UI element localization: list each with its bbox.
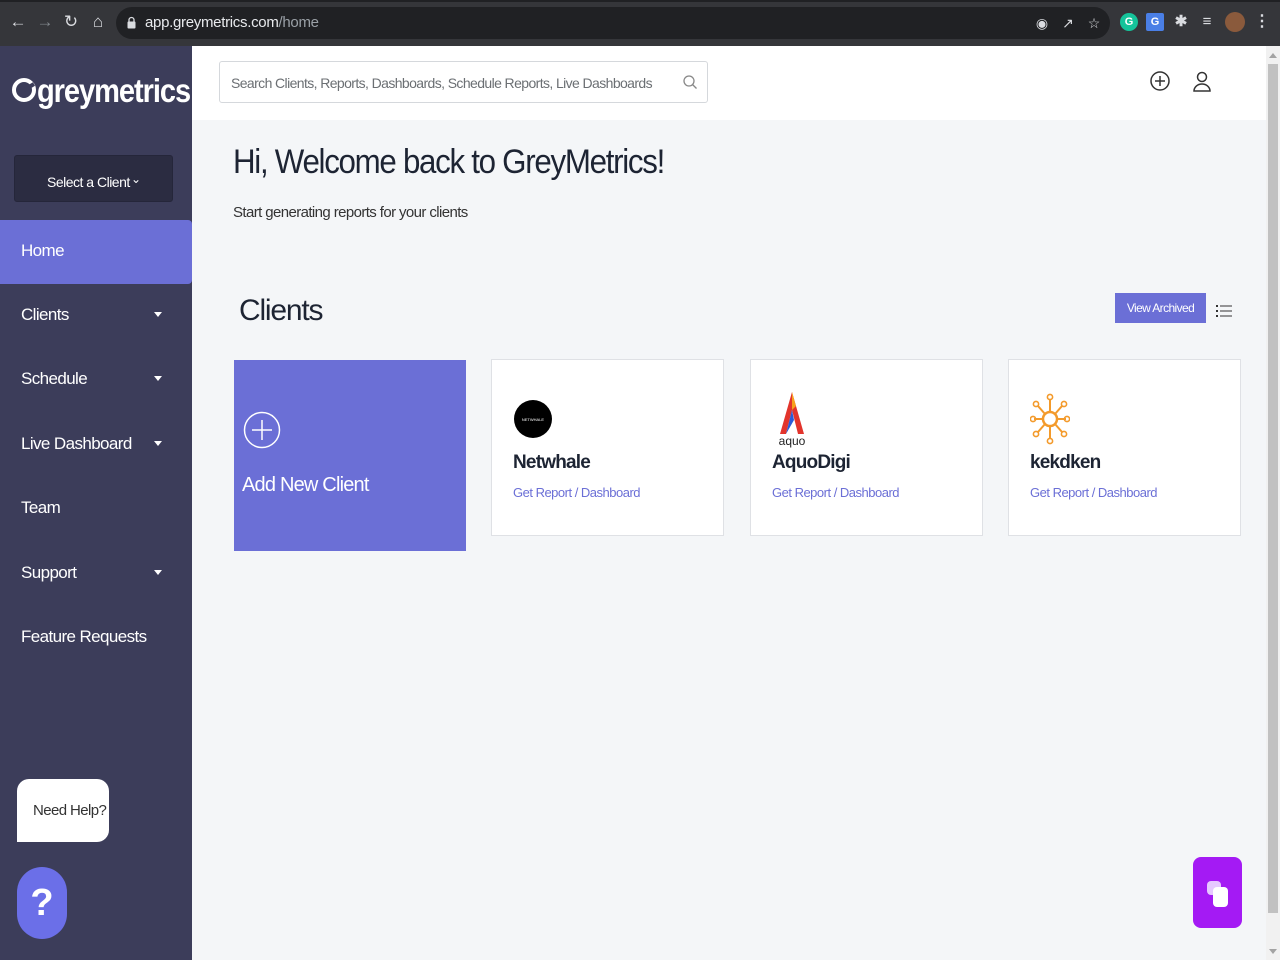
netwhale-logo-icon: NETWHALE bbox=[514, 400, 552, 438]
logo-mark-icon bbox=[12, 78, 36, 102]
sidebar: greymetrics Select a Client ⌄ Home Clien… bbox=[0, 46, 192, 960]
add-new-client-label: Add New Client bbox=[242, 474, 369, 496]
back-icon[interactable]: ← bbox=[8, 12, 28, 32]
chat-widget-button[interactable] bbox=[1193, 857, 1242, 928]
view-archived-button[interactable]: View Archived bbox=[1115, 293, 1206, 323]
sidebar-item-label: Schedule bbox=[21, 369, 88, 388]
browser-toolbar: ← → ↻ ⌂ app.greymetrics.com/home ◉ ↗ ☆ G… bbox=[0, 0, 1280, 46]
reload-icon[interactable]: ↻ bbox=[61, 12, 81, 32]
client-card-kekdken[interactable]: kekdken Get Report / Dashboard bbox=[1008, 359, 1241, 536]
page-title: Hi, Welcome back to GreyMetrics! bbox=[233, 143, 665, 181]
lock-icon[interactable] bbox=[127, 16, 136, 29]
share-icon[interactable]: ↗ bbox=[1060, 15, 1076, 31]
greymetrics-logo[interactable]: greymetrics bbox=[12, 72, 191, 112]
caret-down-icon bbox=[154, 570, 162, 575]
kekdken-logo-icon bbox=[1030, 393, 1070, 445]
sidebar-item-label: Feature Requests bbox=[21, 627, 147, 646]
client-name: Netwhale bbox=[513, 452, 591, 473]
sidebar-item-label: Team bbox=[21, 498, 61, 517]
caret-down-icon bbox=[154, 441, 162, 446]
profile-avatar-icon[interactable] bbox=[1225, 12, 1245, 32]
add-new-client-card[interactable]: Add New Client bbox=[234, 360, 466, 551]
sidebar-item-feature-requests[interactable]: Feature Requests bbox=[0, 606, 192, 670]
sidebar-item-label: Clients bbox=[21, 305, 69, 324]
client-card-aquodigi[interactable]: aquo AquoDigi Get Report / Dashboard bbox=[750, 359, 983, 536]
sidebar-item-label: Support bbox=[21, 563, 77, 582]
sidebar-item-schedule[interactable]: Schedule bbox=[0, 348, 192, 412]
clients-heading: Clients bbox=[239, 294, 324, 327]
reading-list-icon[interactable]: ≡ bbox=[1198, 13, 1216, 31]
tab-strip-edge bbox=[0, 0, 1280, 2]
home-icon[interactable]: ⌂ bbox=[88, 12, 108, 32]
client-select-label: Select a Client bbox=[47, 174, 130, 190]
scroll-up-icon[interactable] bbox=[1269, 53, 1277, 58]
need-help-bubble[interactable]: Need Help? bbox=[17, 779, 109, 842]
client-select-dropdown[interactable]: Select a Client ⌄ bbox=[14, 155, 173, 202]
url-domain: app.greymetrics.com bbox=[145, 14, 279, 31]
page-scrollbar[interactable] bbox=[1266, 46, 1280, 960]
aquodigi-logo-icon: aquo bbox=[779, 392, 806, 448]
help-button[interactable]: ? bbox=[17, 867, 67, 939]
add-circle-icon[interactable] bbox=[1149, 70, 1171, 92]
get-report-link[interactable]: Get Report / Dashboard bbox=[1030, 485, 1158, 500]
sidebar-item-team[interactable]: Team bbox=[0, 477, 192, 541]
sidebar-item-live-dashboard[interactable]: Live Dashboard bbox=[0, 413, 192, 477]
scrollbar-thumb[interactable] bbox=[1268, 64, 1278, 913]
scroll-down-icon[interactable] bbox=[1269, 949, 1277, 954]
extensions-puzzle-icon[interactable]: ✱ bbox=[1172, 13, 1190, 31]
top-bar: Search Clients, Reports, Dashboards, Sch… bbox=[192, 46, 1266, 120]
eye-off-icon[interactable]: ◉ bbox=[1034, 15, 1050, 31]
bookmark-star-icon[interactable]: ☆ bbox=[1086, 15, 1102, 31]
client-card-netwhale[interactable]: NETWHALE Netwhale Get Report / Dashboard bbox=[491, 359, 724, 536]
list-view-icon[interactable] bbox=[1216, 304, 1232, 318]
logo-text: greymetrics bbox=[37, 72, 191, 109]
search-placeholder: Search Clients, Reports, Dashboards, Sch… bbox=[231, 75, 653, 91]
netwhale-logo-text: NETWHALE bbox=[522, 417, 545, 422]
aquodigi-logo-text: aquo bbox=[779, 434, 806, 448]
page-subtitle: Start generating reports for your client… bbox=[233, 204, 468, 221]
url-path: /home bbox=[278, 14, 320, 31]
user-icon[interactable] bbox=[1191, 70, 1213, 92]
translate-extension-icon[interactable]: G bbox=[1146, 13, 1164, 31]
forward-icon[interactable]: → bbox=[35, 12, 55, 32]
search-input[interactable]: Search Clients, Reports, Dashboards, Sch… bbox=[219, 61, 708, 103]
get-report-link[interactable]: Get Report / Dashboard bbox=[772, 485, 900, 500]
sidebar-item-home[interactable]: Home bbox=[0, 220, 192, 284]
sidebar-item-label: Live Dashboard bbox=[21, 434, 132, 453]
chat-bubble-icon-front bbox=[1213, 887, 1228, 907]
need-help-label: Need Help? bbox=[33, 802, 107, 819]
client-name: AquoDigi bbox=[772, 452, 851, 473]
caret-down-icon bbox=[154, 312, 162, 317]
caret-down-icon bbox=[154, 376, 162, 381]
address-bar[interactable]: app.greymetrics.com/home ◉ ↗ ☆ bbox=[116, 7, 1110, 39]
sidebar-item-support[interactable]: Support bbox=[0, 542, 192, 606]
client-name: kekdken bbox=[1030, 452, 1101, 473]
sidebar-item-label: Home bbox=[21, 241, 65, 260]
grammarly-extension-icon[interactable]: G bbox=[1120, 13, 1138, 31]
chevron-down-icon: ⌄ bbox=[131, 172, 141, 186]
browser-menu-icon[interactable]: ⋮ bbox=[1253, 13, 1271, 31]
plus-circle-icon bbox=[243, 411, 281, 449]
url-text: app.greymetrics.com/home bbox=[145, 14, 319, 31]
search-icon[interactable] bbox=[682, 74, 698, 90]
sidebar-item-clients[interactable]: Clients bbox=[0, 284, 192, 348]
get-report-link[interactable]: Get Report / Dashboard bbox=[513, 485, 641, 500]
